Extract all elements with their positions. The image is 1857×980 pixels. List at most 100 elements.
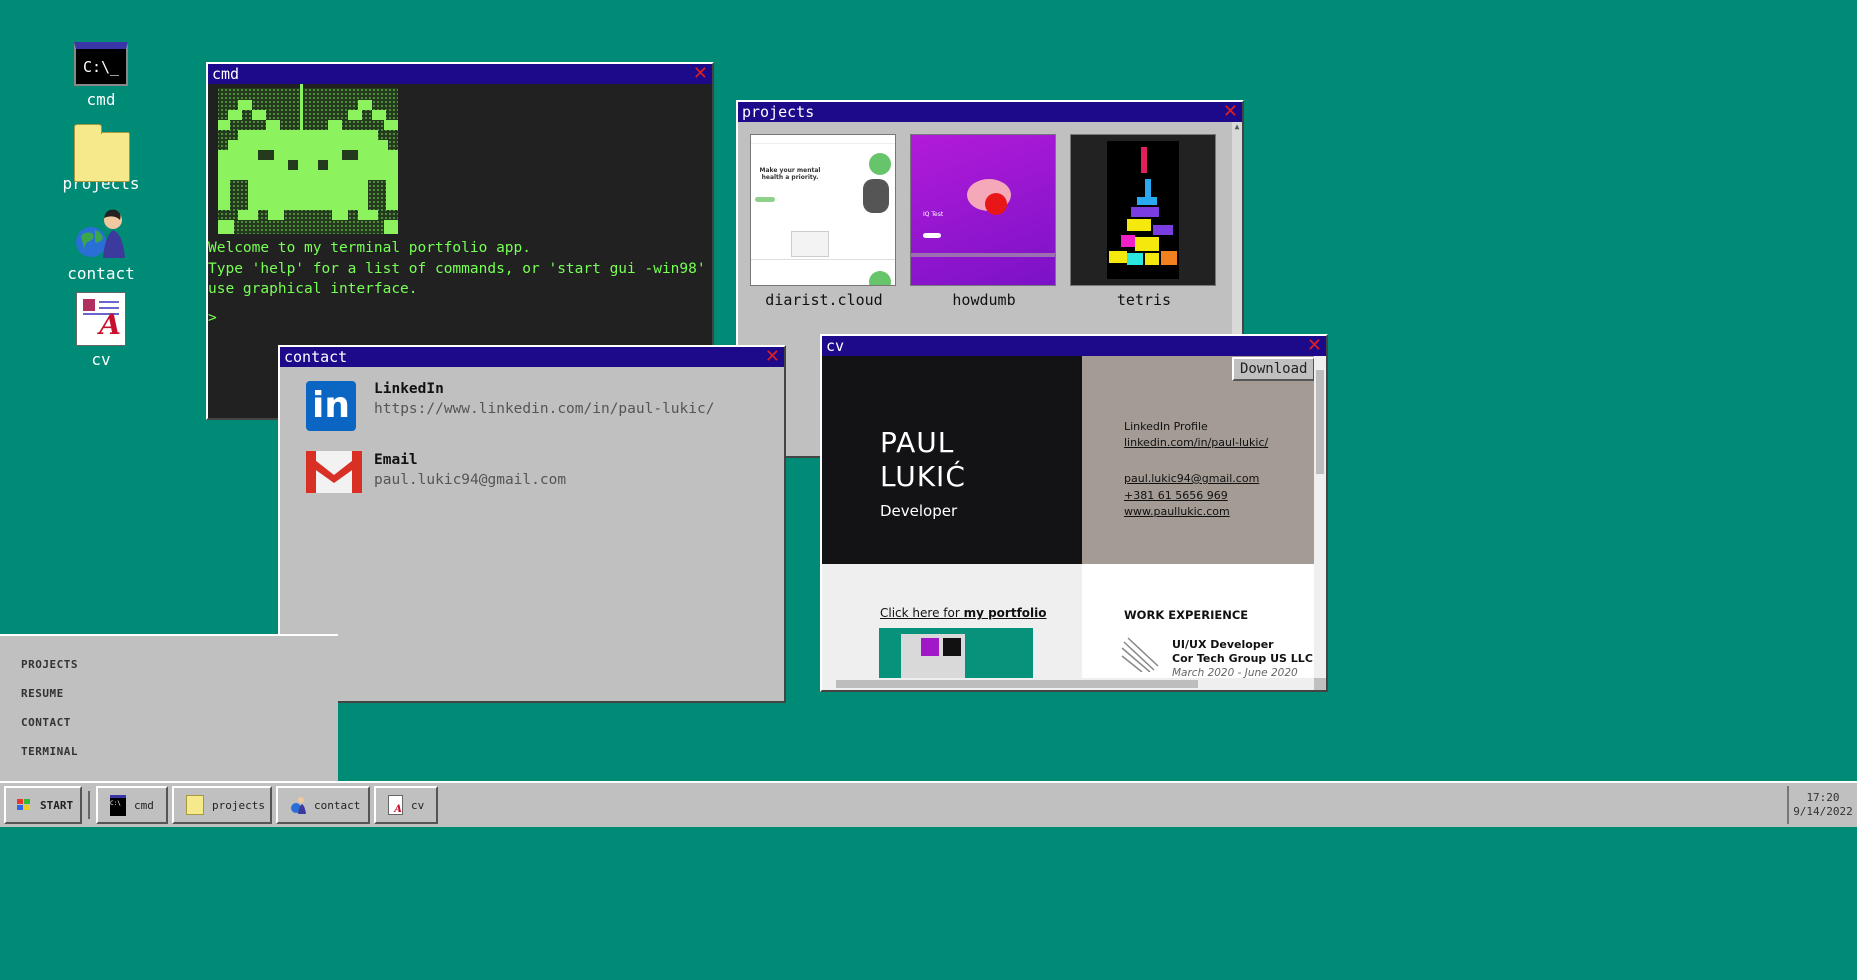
scrollbar-thumb[interactable] bbox=[836, 680, 1198, 688]
desktop-background bbox=[0, 827, 1857, 980]
thumb-heading: IQ Test bbox=[923, 211, 944, 218]
folder-icon bbox=[74, 124, 130, 182]
close-icon[interactable]: ✕ bbox=[1307, 336, 1322, 356]
linkedin-icon[interactable]: in bbox=[306, 381, 356, 431]
window-titlebar[interactable]: contact ✕ bbox=[280, 347, 784, 367]
terminal-prompt[interactable]: > bbox=[208, 310, 217, 326]
download-button[interactable]: Download bbox=[1232, 357, 1316, 381]
taskbar-item-label: cv bbox=[411, 798, 425, 812]
terminal-line: use graphical interface. bbox=[208, 281, 418, 297]
folder-icon bbox=[186, 795, 204, 815]
window-titlebar[interactable]: cv ✕ bbox=[822, 336, 1326, 356]
desktop-icon-label: cmd bbox=[86, 90, 116, 109]
taskbar-item-label: cmd bbox=[134, 798, 154, 812]
terminal-icon-glyph: C:\_ bbox=[82, 58, 120, 76]
window-titlebar[interactable]: projects ✕ bbox=[738, 102, 1242, 122]
contact-globe-icon bbox=[291, 797, 306, 814]
scroll-up-icon[interactable]: ▲ bbox=[1232, 122, 1242, 131]
cv-document[interactable]: PAUL LUKIĆ Developer LinkedIn Profile li… bbox=[822, 356, 1314, 678]
window-title: cmd bbox=[212, 65, 240, 83]
cv-job-dates: March 2020 - June 2020 bbox=[1172, 667, 1298, 678]
company-logo-icon bbox=[1121, 637, 1159, 672]
contact-window[interactable]: contact ✕ in LinkedIn https://www.linked… bbox=[278, 345, 786, 703]
cv-window[interactable]: cv ✕ PAUL LUKIĆ Developer LinkedIn Profi… bbox=[820, 334, 1328, 692]
window-title: contact bbox=[284, 348, 348, 366]
close-icon[interactable]: ✕ bbox=[765, 347, 780, 367]
cv-website-link[interactable]: www.paullukic.com bbox=[1124, 505, 1230, 518]
cv-work-heading: WORK EXPERIENCE bbox=[1124, 608, 1249, 622]
cv-portfolio-preview[interactable] bbox=[879, 628, 1033, 678]
document-icon: A bbox=[388, 795, 403, 815]
cv-linkedin-label: LinkedIn Profile bbox=[1124, 420, 1208, 433]
cv-header-contact: LinkedIn Profile linkedin.com/in/paul-lu… bbox=[1082, 356, 1314, 564]
project-howdumb[interactable]: IQ Test howdumb bbox=[910, 134, 1058, 309]
project-tetris[interactable]: tetris bbox=[1070, 134, 1218, 309]
start-menu-item-contact[interactable]: CONTACT bbox=[21, 716, 71, 729]
start-button[interactable]: START bbox=[4, 786, 82, 824]
taskbar-item-label: projects bbox=[212, 798, 265, 812]
scrollbar-thumb[interactable] bbox=[1316, 370, 1324, 474]
project-label: howdumb bbox=[952, 291, 1016, 309]
start-button-label: START bbox=[40, 798, 74, 812]
taskbar-clock[interactable]: 17:20 9/14/2022 bbox=[1787, 786, 1857, 824]
window-title: cv bbox=[826, 337, 845, 355]
download-button-label: Download bbox=[1240, 361, 1308, 377]
terminal-icon: C:\ bbox=[110, 794, 126, 816]
document-icon: A bbox=[76, 292, 126, 346]
space-invader-art bbox=[218, 84, 398, 234]
cv-email-link[interactable]: paul.lukic94@gmail.com bbox=[1124, 472, 1259, 485]
cv-job-title: UI/UX Developer bbox=[1172, 638, 1274, 651]
desktop-icon-projects[interactable]: projects bbox=[60, 124, 142, 193]
clock-date: 9/14/2022 bbox=[1793, 805, 1853, 818]
linkedin-icon-text: in bbox=[306, 381, 356, 431]
taskbar-item-cv[interactable]: A cv bbox=[374, 786, 438, 824]
cv-name-first: PAUL bbox=[880, 426, 955, 459]
contact-item-link[interactable]: https://www.linkedin.com/in/paul-lukic/ bbox=[374, 401, 714, 417]
gmail-icon[interactable] bbox=[306, 451, 362, 497]
project-label: tetris bbox=[1116, 291, 1172, 309]
start-menu-item-resume[interactable]: RESUME bbox=[21, 687, 64, 700]
taskbar-item-cmd[interactable]: C:\ cmd bbox=[96, 786, 168, 824]
cv-header-dark: PAUL LUKIĆ Developer bbox=[822, 356, 1082, 564]
desktop-icon-contact[interactable]: contact bbox=[60, 208, 142, 283]
cv-portfolio-prefix: Click here for bbox=[880, 606, 964, 620]
close-icon[interactable]: ✕ bbox=[1223, 102, 1238, 122]
taskbar: START C:\ cmd projects contact A cv 17:2… bbox=[0, 781, 1857, 829]
start-menu-item-projects[interactable]: PROJECTS bbox=[21, 658, 78, 671]
taskbar-divider bbox=[88, 791, 90, 819]
desktop-icon-cv[interactable]: A cv bbox=[60, 292, 142, 369]
terminal-line: Type 'help' for a list of commands, or '… bbox=[208, 261, 712, 277]
window-titlebar[interactable]: cmd ✕ bbox=[208, 64, 712, 84]
windows-logo-icon bbox=[17, 799, 30, 810]
contact-item-link[interactable]: paul.lukic94@gmail.com bbox=[374, 472, 566, 488]
project-thumbnail[interactable]: Make your mental health a priority. bbox=[750, 134, 896, 286]
cv-portfolio-bold: my portfolio bbox=[963, 606, 1047, 620]
project-thumbnail[interactable]: IQ Test bbox=[910, 134, 1056, 286]
horizontal-scrollbar[interactable] bbox=[822, 678, 1314, 690]
vertical-scrollbar[interactable]: ▲ bbox=[1232, 122, 1242, 334]
close-icon[interactable]: ✕ bbox=[693, 64, 708, 84]
start-menu: PROJECTS RESUME CONTACT TERMINAL bbox=[0, 634, 338, 782]
cv-role: Developer bbox=[880, 502, 958, 520]
document-icon-glyph: A bbox=[99, 308, 121, 341]
thumb-heading: Make your mental health a priority. bbox=[759, 167, 821, 181]
desktop-icon-label: contact bbox=[67, 264, 135, 283]
vertical-scrollbar[interactable] bbox=[1314, 356, 1326, 678]
terminal-line: Welcome to my terminal portfolio app. bbox=[208, 240, 532, 256]
desktop-icon-cmd[interactable]: C:\_ cmd bbox=[60, 42, 142, 109]
cv-portfolio-link[interactable]: Click here for my portfolio bbox=[880, 606, 1047, 620]
project-thumbnail[interactable] bbox=[1070, 134, 1216, 286]
contact-globe-icon bbox=[73, 208, 129, 260]
cv-linkedin-link[interactable]: linkedin.com/in/paul-lukic/ bbox=[1124, 436, 1268, 449]
cv-phone-link[interactable]: +381 61 5656 969 bbox=[1124, 489, 1228, 502]
cv-job-company: Cor Tech Group US LLC bbox=[1172, 652, 1313, 665]
taskbar-item-projects[interactable]: projects bbox=[172, 786, 272, 824]
taskbar-item-label: contact bbox=[314, 798, 361, 812]
project-diarist[interactable]: Make your mental health a priority. diar… bbox=[750, 134, 898, 309]
taskbar-item-contact[interactable]: contact bbox=[276, 786, 370, 824]
clock-time: 17:20 bbox=[1806, 791, 1840, 804]
start-menu-item-terminal[interactable]: TERMINAL bbox=[21, 745, 78, 758]
project-label: diarist.cloud bbox=[765, 291, 883, 309]
terminal-icon: C:\_ bbox=[74, 42, 128, 86]
cv-name-last: LUKIĆ bbox=[880, 460, 966, 493]
